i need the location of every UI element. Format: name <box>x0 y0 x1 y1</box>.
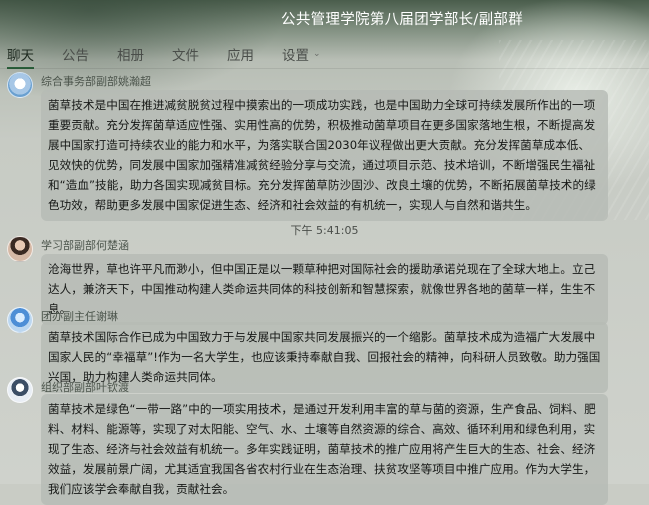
avatar[interactable] <box>7 72 33 98</box>
group-title: 公共管理学院第八届团学部长/副部群 <box>281 11 523 28</box>
tab-apps[interactable]: 应用 <box>227 40 254 68</box>
avatar[interactable] <box>7 236 33 262</box>
sender-name[interactable]: 学习部副部何楚涵 <box>41 237 129 253</box>
window-header: 公共管理学院第八届团学部长/副部群 <box>0 0 649 36</box>
tab-label: 应用 <box>227 48 254 64</box>
tab-files[interactable]: 文件 <box>172 40 199 68</box>
tab-label: 聊天 <box>7 48 34 64</box>
tab-announcements[interactable]: 公告 <box>62 40 89 68</box>
avatar[interactable] <box>7 307 33 333</box>
tab-label: 设置 <box>282 48 309 64</box>
message-bubble[interactable]: 菌草技术是绿色“一带一路”中的一项实用技术，是通过开发利用丰富的草与菌的资源，生… <box>41 394 608 505</box>
sender-name[interactable]: 组织部副部叶钦渡 <box>41 379 129 395</box>
message-timestamp: 下午 5:41:05 <box>290 224 359 237</box>
message-bubble[interactable]: 菌草技术是中国在推进减贫脱贫过程中摸索出的一项成功实践，也是中国助力全球可持续发… <box>41 90 608 221</box>
message-bubble[interactable]: 沧海世界，草也许平凡而渺小，但中国正是以一颗草种把对国际社会的援助承诺兑现在了全… <box>41 254 608 325</box>
avatar[interactable] <box>7 377 33 403</box>
tab-bar: 聊天 公告 相册 文件 应用 设置 ⌄ <box>0 40 649 69</box>
tab-settings[interactable]: 设置 ⌄ <box>282 40 321 68</box>
tab-chat[interactable]: 聊天 <box>7 40 34 69</box>
tab-divider <box>0 68 649 69</box>
tab-label: 相册 <box>117 48 144 64</box>
tab-label: 公告 <box>62 48 89 64</box>
tab-album[interactable]: 相册 <box>117 40 144 68</box>
sender-name[interactable]: 综合事务部副部姚瀚超 <box>41 73 151 89</box>
chevron-down-icon: ⌄ <box>313 49 321 59</box>
tab-label: 文件 <box>172 48 199 64</box>
